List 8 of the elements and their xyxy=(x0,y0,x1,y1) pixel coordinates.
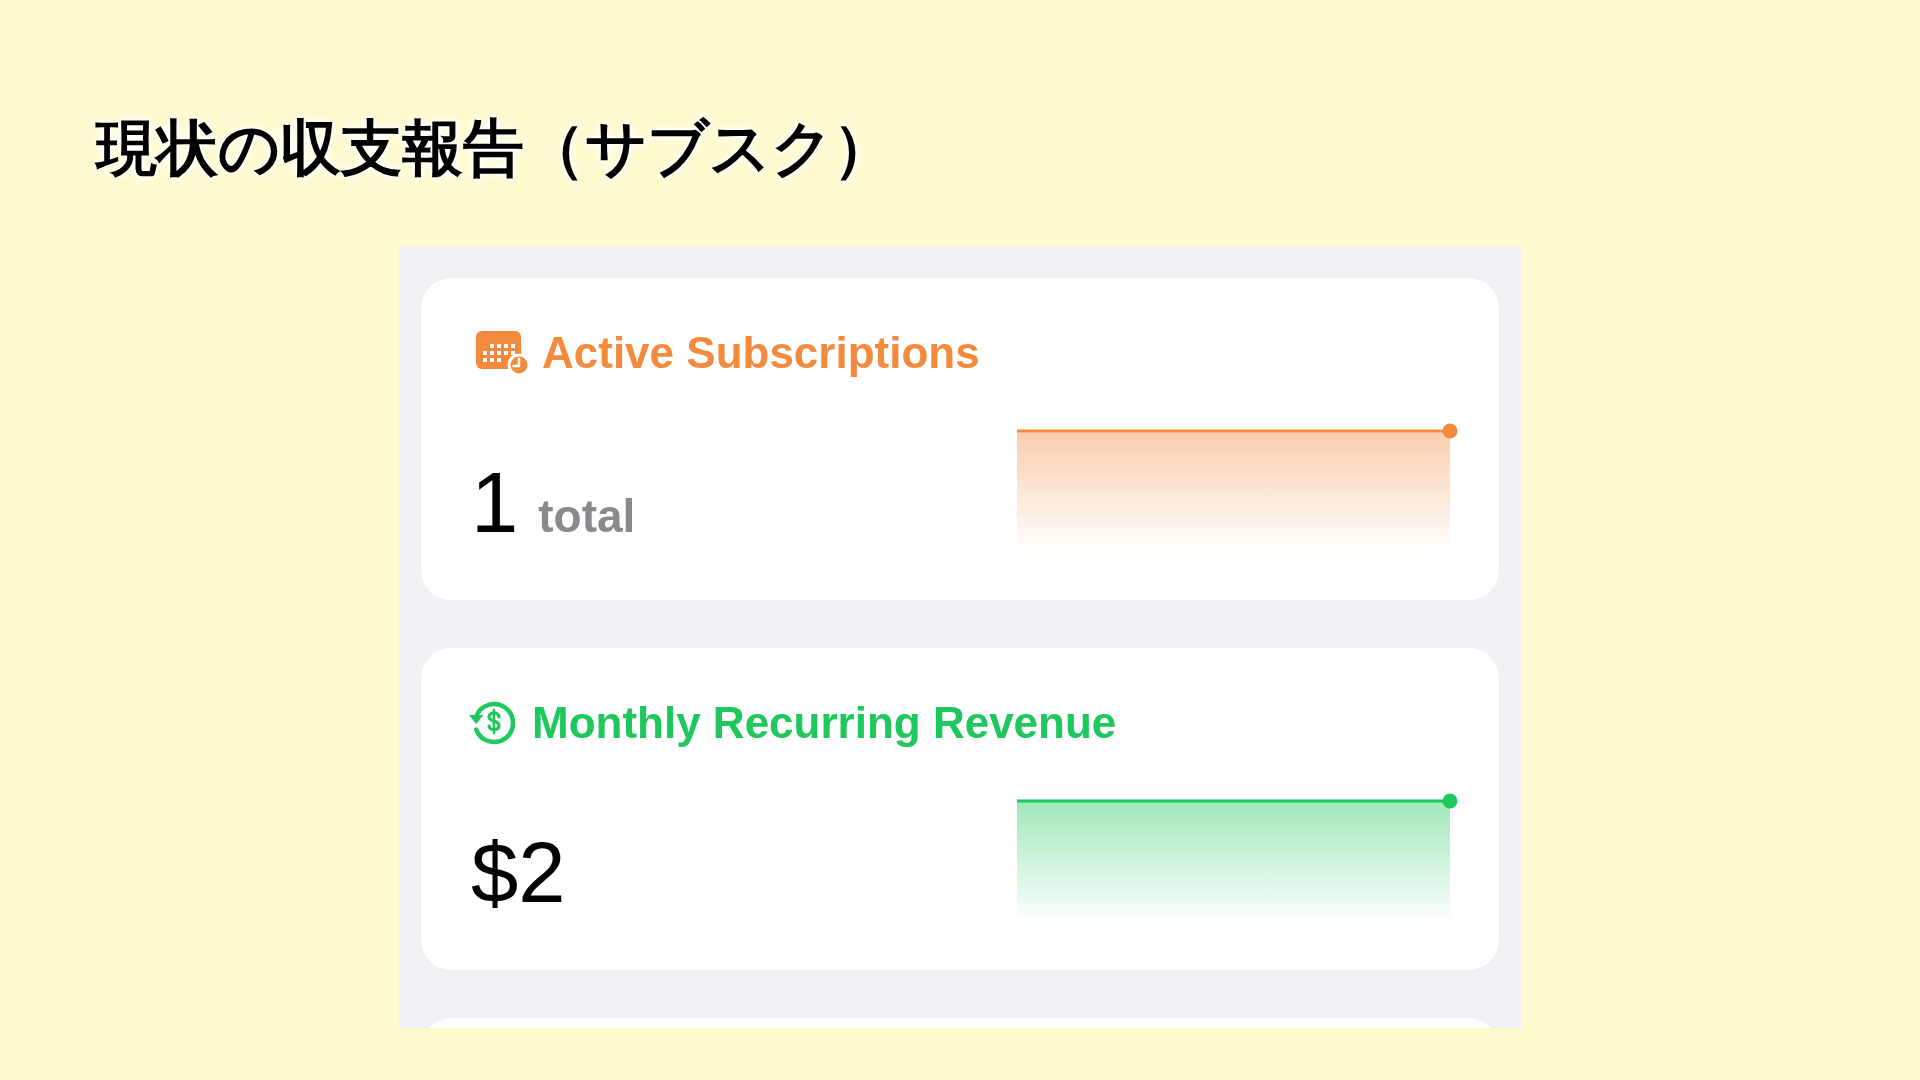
metric-unit: total xyxy=(538,493,636,539)
metric-value: 1 xyxy=(471,460,519,545)
metric-title: Active Subscriptions xyxy=(542,328,980,378)
metric-value: $2 xyxy=(471,830,566,915)
metric-title: Monthly Recurring Revenue xyxy=(532,698,1117,748)
calendar-clock-icon xyxy=(475,329,531,377)
dollar-circular-arrow-icon xyxy=(468,699,516,747)
page-title: 現状の収支報告（サブスク） xyxy=(96,112,894,184)
